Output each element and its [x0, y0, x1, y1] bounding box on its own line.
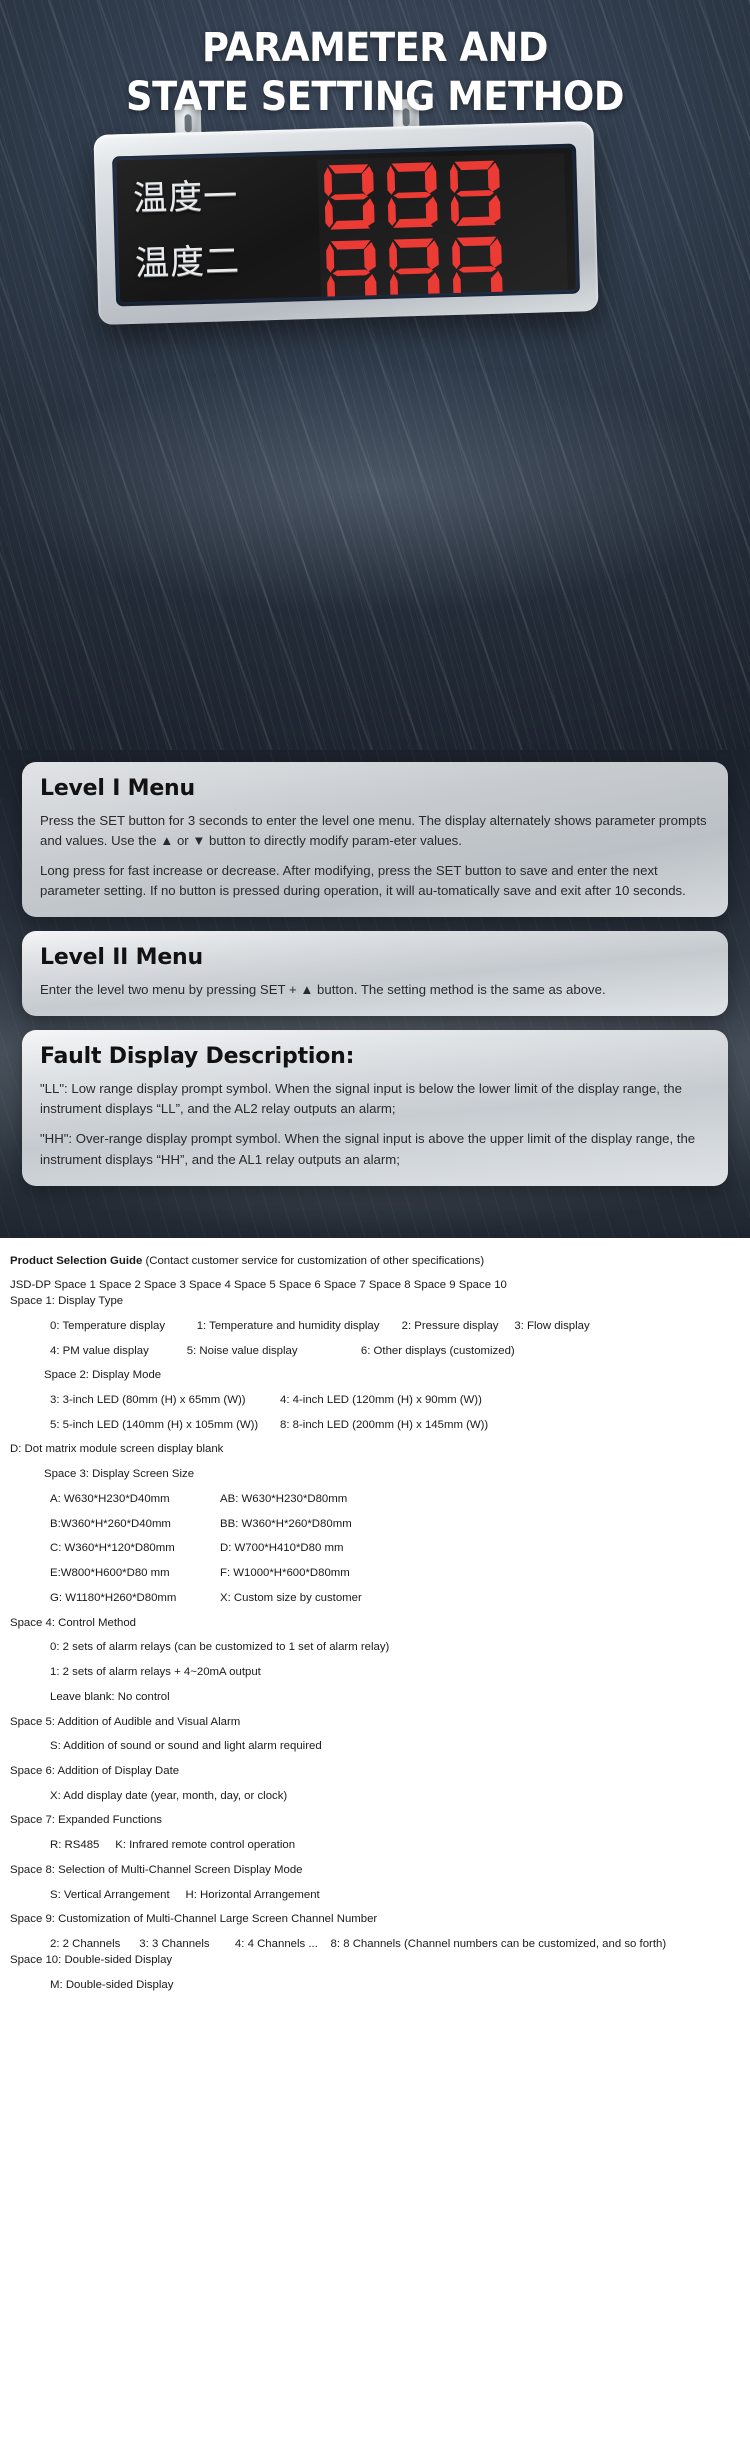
space2-option-8inch: 8: 8-inch LED (200mm (H) x 145mm (W)) — [280, 1418, 489, 1431]
space3-options-row-1: A: W630*H230*D40mm AB: W630*H230*D80mm — [10, 1492, 740, 1508]
space10-title: Space 10: Double-sided Display — [10, 1953, 173, 1966]
space2-options-row-1: 3: 3-inch LED (80mm (H) x 65mm (W)) 4: 4… — [10, 1393, 740, 1409]
led-display-device: 温度一 温度二 — [93, 98, 599, 325]
screen-label-row-2: 温度二 — [134, 240, 241, 284]
space3-options-row-3: C: W360*H*120*D80mm D: W700*H410*D80 mm — [10, 1541, 740, 1557]
space3-option-b: B:W360*H*260*D40mm — [50, 1517, 171, 1530]
instruction-cards-section: Level I Menu Press the SET button for 3 … — [0, 750, 750, 1238]
space7-option-k: K: Infrared remote control operation — [115, 1839, 296, 1852]
space4-title: Space 4: Control Method — [10, 1616, 137, 1629]
space3-option-g: G: W1180*H260*D80mm — [50, 1591, 177, 1604]
space5-title: Space 5: Addition of Audible and Visual … — [10, 1715, 241, 1728]
space2-title: Space 2: Display Mode — [44, 1369, 162, 1382]
space2-option-4inch: 4: 4-inch LED (120mm (H) x 90mm (W)) — [280, 1393, 482, 1406]
seven-segment-digit — [386, 162, 438, 228]
space8-option-s: S: Vertical Arrangement — [50, 1888, 170, 1901]
title-line-1: PARAMETER AND — [202, 25, 548, 71]
seven-segment-digit — [325, 240, 377, 303]
space7-title: Space 7: Expanded Functions — [10, 1814, 162, 1827]
space3-option-e: E:W800*H600*D80 mm — [50, 1567, 170, 1580]
card-level-1-menu: Level I Menu Press the SET button for 3 … — [22, 762, 728, 918]
product-selection-guide: Product Selection Guide (Contact custome… — [0, 1237, 750, 2017]
card-fault-display: Fault Display Description: "LL": Low ran… — [22, 1030, 728, 1186]
guide-title: Product Selection Guide — [10, 1254, 143, 1267]
space3-option-d: D: W700*H410*D80 mm — [220, 1542, 344, 1555]
card-level-2-paragraph-1: Enter the level two menu by pressing SET… — [40, 982, 606, 998]
card-level-2-menu: Level II Menu Enter the level two menu b… — [22, 931, 728, 1017]
page-title: PARAMETER AND STATE SETTING METHOD — [30, 0, 720, 122]
space3-options-row-2: B:W360*H*260*D40mm BB: W360*H*260*D80mm — [10, 1517, 740, 1533]
space10-option-m: M: Double-sided Display — [50, 1978, 174, 1991]
seven-segment-digit — [323, 164, 375, 230]
space3-options-row-5: G: W1180*H260*D80mm X: Custom size by cu… — [10, 1591, 740, 1607]
hero-glow — [0, 360, 750, 615]
space1-option-3: 3: Flow display — [514, 1319, 590, 1332]
space1-option-6: 6: Other displays (customized) — [360, 1344, 515, 1357]
seven-segment-digit — [388, 238, 440, 303]
hero-banner: PARAMETER AND STATE SETTING METHOD 温度一 温… — [0, 0, 750, 750]
space3-option-a: A: W630*H230*D40mm — [50, 1492, 170, 1505]
digit-row-2 — [319, 229, 568, 303]
seven-segment-digit — [451, 236, 503, 303]
space1-option-5: 5: Noise value display — [186, 1344, 298, 1357]
space1-option-2: 2: Pressure display — [401, 1319, 499, 1332]
space9-options-row: 2: 2 Channels 3: 3 Channels 4: 4 Channel… — [10, 1937, 740, 1953]
space9-option-3: 3: 3 Channels — [139, 1938, 210, 1951]
space1-option-1: 1: Temperature and humidity display — [196, 1319, 380, 1332]
space3-option-bb: BB: W360*H*260*D80mm — [220, 1517, 352, 1530]
card-level-2-heading: Level II Menu — [40, 945, 203, 971]
space1-options-row-2: 4: PM value display 5: Noise value displ… — [10, 1344, 740, 1360]
device-bezel: 温度一 温度二 — [112, 143, 581, 307]
space8-option-h: H: Horizontal Arrangement — [185, 1888, 320, 1901]
space7-option-r: R: RS485 — [50, 1839, 100, 1852]
card-fault-paragraph-ll: "LL": Low range display prompt symbol. W… — [40, 1081, 682, 1117]
space1-option-0: 0: Temperature display — [50, 1319, 166, 1332]
digit-row-1 — [317, 153, 566, 236]
space6-option-x: X: Add display date (year, month, day, o… — [50, 1789, 288, 1802]
space1-options-row-1: 0: Temperature display 1: Temperature an… — [10, 1319, 740, 1335]
space9-option-4: 4: 4 Channels ... — [234, 1938, 318, 1951]
space3-option-f: F: W1000*H*600*D80mm — [220, 1567, 350, 1580]
space9-option-8: 8: 8 Channels (Channel numbers can be cu… — [330, 1938, 667, 1951]
space6-title: Space 6: Addition of Display Date — [10, 1764, 180, 1777]
space8-title: Space 8: Selection of Multi-Channel Scre… — [10, 1863, 303, 1876]
space3-title: Space 3: Display Screen Size — [44, 1468, 195, 1481]
space2-option-dot-matrix: D: Dot matrix module screen display blan… — [10, 1443, 224, 1456]
space5-option-s: S: Addition of sound or sound and light … — [50, 1740, 322, 1753]
screen-digit-column — [317, 148, 576, 303]
screen-label-row-1: 温度一 — [132, 175, 239, 219]
model-code-line: JSD-DP Space 1 Space 2 Space 3 Space 4 S… — [10, 1279, 507, 1292]
space8-options-row: S: Vertical Arrangement H: Horizontal Ar… — [10, 1888, 740, 1904]
card-level-1-paragraph-1: Press the SET button for 3 seconds to en… — [40, 813, 707, 849]
space4-option-blank: Leave blank: No control — [50, 1690, 170, 1703]
card-level-1-heading: Level I Menu — [40, 776, 195, 801]
space1-option-4: 4: PM value display — [50, 1344, 149, 1357]
space2-option-5inch: 5: 5-inch LED (140mm (H) x 105mm (W)) — [50, 1418, 259, 1431]
space4-option-1: 1: 2 sets of alarm relays + 4~20mA outpu… — [50, 1666, 261, 1679]
space7-options-row: R: RS485 K: Infrared remote control oper… — [10, 1838, 740, 1854]
screen-label-column: 温度一 温度二 — [116, 155, 321, 303]
space9-title: Space 9: Customization of Multi-Channel … — [10, 1913, 378, 1926]
seven-segment-digit — [449, 160, 501, 227]
card-fault-paragraph-hh: "HH": Over-range display prompt symbol. … — [40, 1131, 696, 1167]
space3-option-ab: AB: W630*H230*D80mm — [220, 1492, 348, 1505]
device-screen: 温度一 温度二 — [116, 147, 576, 303]
space3-option-x: X: Custom size by customer — [220, 1591, 362, 1604]
card-fault-heading: Fault Display Description: — [40, 1044, 355, 1070]
guide-subtitle: (Contact customer service for customizat… — [142, 1254, 485, 1267]
space2-option-3inch: 3: 3-inch LED (80mm (H) x 65mm (W)) — [50, 1393, 246, 1406]
card-level-1-paragraph-2: Long press for fast increase or decrease… — [40, 863, 686, 899]
space1-title: Space 1: Display Type — [10, 1295, 124, 1308]
guide-title-row: Product Selection Guide (Contact custome… — [10, 1254, 740, 1270]
device-enclosure: 温度一 温度二 — [93, 121, 599, 325]
space9-option-2: 2: 2 Channels — [50, 1938, 121, 1951]
space4-option-0: 0: 2 sets of alarm relays (can be custom… — [50, 1641, 390, 1654]
space2-options-row-2: 5: 5-inch LED (140mm (H) x 105mm (W)) 8:… — [10, 1418, 740, 1434]
title-line-2: STATE SETTING METHOD — [126, 73, 624, 120]
space3-option-c: C: W360*H*120*D80mm — [50, 1542, 175, 1555]
space3-options-row-4: E:W800*H600*D80 mm F: W1000*H*600*D80mm — [10, 1566, 740, 1582]
